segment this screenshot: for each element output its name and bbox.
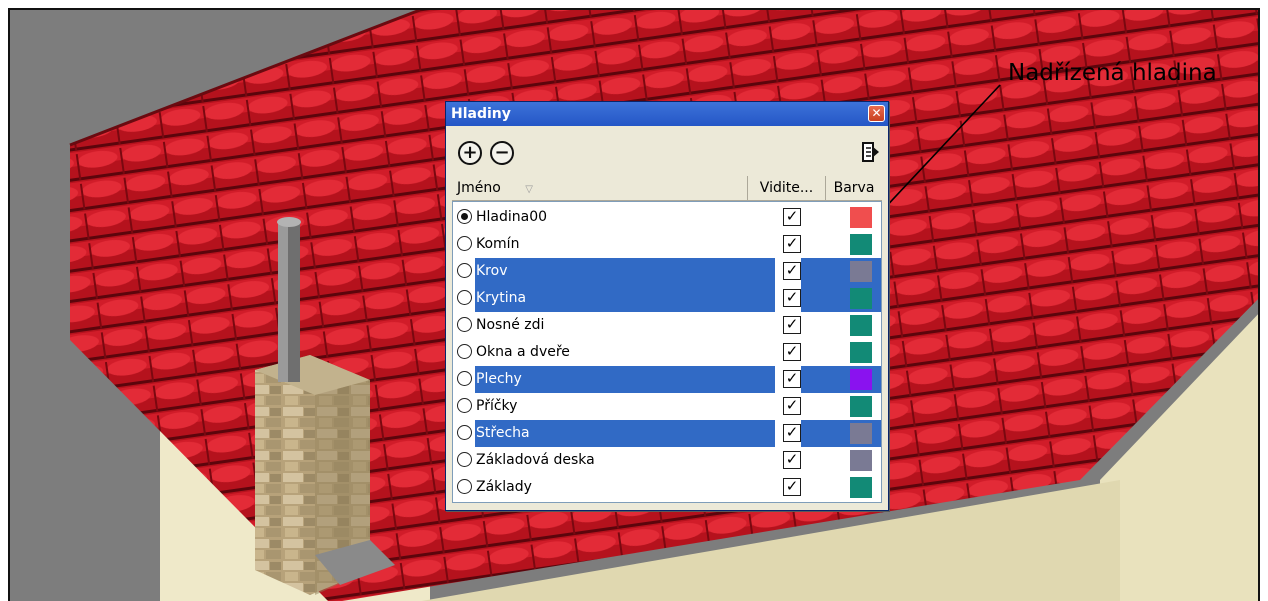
visibility-checkbox[interactable]: ✓ xyxy=(783,370,801,388)
visibility-checkbox[interactable]: ✓ xyxy=(783,208,801,226)
layer-row[interactable]: Střecha ✓ xyxy=(453,420,881,447)
details-button[interactable] xyxy=(860,140,880,168)
column-name-label: Jméno xyxy=(457,180,501,196)
visibility-checkbox[interactable]: ✓ xyxy=(783,424,801,442)
column-color-header[interactable]: Barva xyxy=(826,176,882,200)
active-layer-radio[interactable] xyxy=(457,290,472,305)
layers-list: Hladina00 ✓ Komín ✓ Krov ✓ Krytina ✓ Nosné zdi ✓ O… xyxy=(452,201,882,503)
active-layer-radio[interactable] xyxy=(457,344,472,359)
layers-toolbar: + − xyxy=(446,126,888,176)
active-layer-radio[interactable] xyxy=(457,209,472,224)
layer-color-swatch[interactable] xyxy=(850,234,872,255)
layer-row[interactable]: Hladina00 ✓ xyxy=(453,204,881,231)
layer-color-swatch[interactable] xyxy=(850,423,872,444)
selection-highlight xyxy=(475,258,775,285)
plus-icon: + xyxy=(462,142,478,163)
layer-row[interactable]: Nosné zdi ✓ xyxy=(453,312,881,339)
layer-row[interactable]: Okna a dveře ✓ xyxy=(453,339,881,366)
layer-color-swatch[interactable] xyxy=(850,342,872,363)
active-layer-radio[interactable] xyxy=(457,263,472,278)
layer-color-swatch[interactable] xyxy=(850,477,872,498)
minus-icon: − xyxy=(494,142,510,163)
active-layer-radio[interactable] xyxy=(457,371,472,386)
visibility-checkbox[interactable]: ✓ xyxy=(783,316,801,334)
layer-row[interactable]: Základová deska ✓ xyxy=(453,447,881,474)
layer-row[interactable]: Krov ✓ xyxy=(453,258,881,285)
visibility-checkbox[interactable]: ✓ xyxy=(783,478,801,496)
layer-name[interactable]: Základová deska xyxy=(474,449,603,472)
sort-icon: ▽ xyxy=(525,184,533,195)
layer-name[interactable]: Nosné zdi xyxy=(474,314,552,337)
active-layer-radio[interactable] xyxy=(457,425,472,440)
layers-dialog: Hladiny ✕ + − Jméno ▽ Vidite... Barva Hl… xyxy=(445,101,889,511)
visibility-checkbox[interactable]: ✓ xyxy=(783,343,801,361)
layer-name[interactable]: Základy xyxy=(474,476,540,499)
radio-dot xyxy=(461,213,468,220)
active-layer-radio[interactable] xyxy=(457,452,472,467)
close-icon: ✕ xyxy=(871,106,882,120)
column-color-label: Barva xyxy=(833,180,875,196)
layer-name[interactable]: Hladina00 xyxy=(474,206,555,229)
column-name-header[interactable]: Jméno ▽ xyxy=(452,176,748,200)
layer-color-swatch[interactable] xyxy=(850,261,872,282)
layer-name[interactable]: Příčky xyxy=(474,395,525,418)
layer-row[interactable]: Krytina ✓ xyxy=(453,285,881,312)
visibility-checkbox[interactable]: ✓ xyxy=(783,397,801,415)
layer-row[interactable]: Plechy ✓ xyxy=(453,366,881,393)
layer-row[interactable]: Základy ✓ xyxy=(453,474,881,501)
add-layer-button[interactable]: + xyxy=(458,141,482,165)
visibility-checkbox[interactable]: ✓ xyxy=(783,451,801,469)
column-visible-label: Vidite... xyxy=(759,180,814,196)
active-layer-radio[interactable] xyxy=(457,398,472,413)
layers-header: Jméno ▽ Vidite... Barva xyxy=(452,176,882,201)
remove-layer-button[interactable]: − xyxy=(490,141,514,165)
layer-color-swatch[interactable] xyxy=(850,450,872,471)
layer-row[interactable]: Příčky ✓ xyxy=(453,393,881,420)
layer-name[interactable]: Komín xyxy=(474,233,527,256)
layer-name[interactable]: Krytina xyxy=(474,287,534,310)
close-button[interactable]: ✕ xyxy=(868,105,885,122)
layer-name[interactable]: Okna a dveře xyxy=(474,341,578,364)
layer-name[interactable]: Střecha xyxy=(474,422,538,445)
visibility-checkbox[interactable]: ✓ xyxy=(783,289,801,307)
callout-label: Nadřízená hladina xyxy=(1008,60,1217,86)
layer-color-swatch[interactable] xyxy=(850,369,872,390)
active-layer-radio[interactable] xyxy=(457,479,472,494)
layer-row[interactable]: Komín ✓ xyxy=(453,231,881,258)
layer-color-swatch[interactable] xyxy=(850,315,872,336)
layer-color-swatch[interactable] xyxy=(850,207,872,228)
active-layer-radio[interactable] xyxy=(457,317,472,332)
visibility-checkbox[interactable]: ✓ xyxy=(783,235,801,253)
dialog-title: Hladiny xyxy=(451,106,511,122)
layer-color-swatch[interactable] xyxy=(850,288,872,309)
details-arrow-icon xyxy=(862,142,879,162)
visibility-checkbox[interactable]: ✓ xyxy=(783,262,801,280)
active-layer-radio[interactable] xyxy=(457,236,472,251)
layer-name[interactable]: Krov xyxy=(474,260,515,283)
layer-name[interactable]: Plechy xyxy=(474,368,530,391)
column-visible-header[interactable]: Vidite... xyxy=(748,176,826,200)
dialog-titlebar[interactable]: Hladiny ✕ xyxy=(446,102,888,126)
layer-color-swatch[interactable] xyxy=(850,396,872,417)
